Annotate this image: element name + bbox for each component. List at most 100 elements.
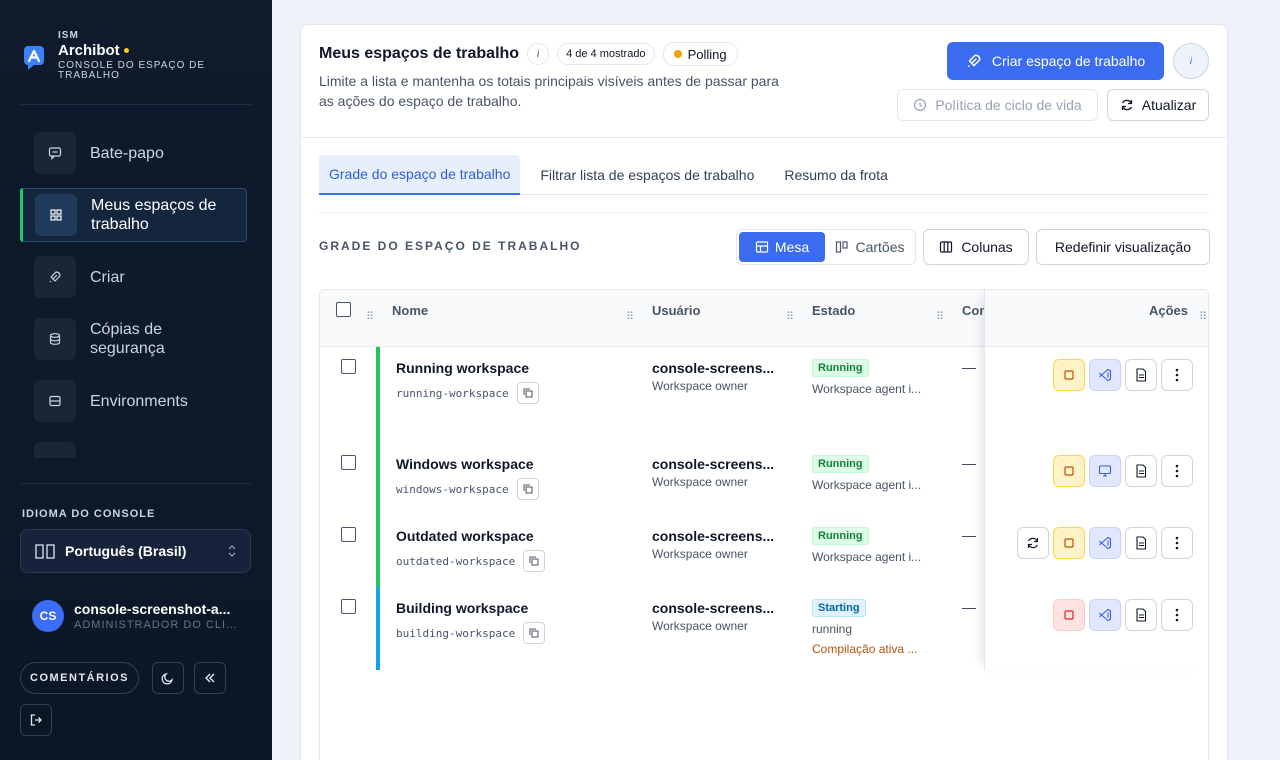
column-header-name[interactable]: Nome — [392, 303, 428, 318]
sidebar-item-label: Meus espaços de trabalho — [91, 197, 217, 233]
drag-handle-icon[interactable] — [626, 310, 634, 324]
stop-button[interactable] — [1053, 527, 1085, 559]
stop-icon — [1064, 466, 1074, 476]
columns-button[interactable]: Colunas — [923, 229, 1029, 265]
table-row[interactable]: Windows workspace windows-workspace cons… — [320, 443, 984, 515]
tab-filter[interactable]: Filtrar lista de espaços de trabalho — [530, 155, 764, 195]
open-vscode-button[interactable] — [1089, 599, 1121, 631]
kebab-icon — [1175, 368, 1179, 382]
kebab-icon — [1175, 536, 1179, 550]
polling-label: Polling — [687, 46, 727, 62]
copy-icon[interactable] — [523, 622, 546, 644]
view-table-button[interactable]: Mesa — [739, 232, 825, 262]
workspace-user: console-screens... — [652, 600, 775, 616]
con-value: — — [962, 455, 976, 471]
user-role: ADMINISTRADOR DO CLIE... — [74, 619, 242, 631]
column-header-state[interactable]: Estado — [812, 303, 855, 318]
logout-icon — [30, 714, 42, 726]
view-table-label: Mesa — [774, 239, 810, 255]
view-toggle: Mesa Cartões — [736, 229, 916, 265]
divider — [20, 104, 251, 105]
info-icon[interactable]: i — [527, 43, 550, 65]
actions-column: Ações — [984, 290, 1208, 670]
brand-subtitle: CONSOLE DO ESPAÇO DE TRABALHO — [58, 60, 206, 81]
column-header-user[interactable]: Usuário — [652, 303, 700, 318]
workspace-name[interactable]: Windows workspace — [396, 456, 534, 472]
more-actions-button[interactable] — [1161, 599, 1193, 631]
con-value: — — [962, 527, 976, 543]
sidebar-item-workspaces[interactable]: Meus espaços de trabalho — [20, 188, 247, 242]
collapse-sidebar-button[interactable] — [194, 662, 226, 694]
user-profile[interactable]: CS console-screenshot-a... ADMINISTRADOR… — [32, 600, 242, 632]
drag-handle-icon[interactable] — [936, 310, 944, 324]
workspace-slug: windows-workspace — [396, 482, 509, 496]
table-row[interactable]: Running workspace running-workspace cons… — [320, 347, 984, 443]
select-all-checkbox[interactable] — [336, 302, 351, 317]
logs-button[interactable] — [1125, 527, 1157, 559]
workspace-user: console-screens... — [652, 456, 775, 472]
copy-icon[interactable] — [516, 478, 539, 500]
drag-handle-icon[interactable] — [366, 310, 374, 324]
more-actions-button[interactable] — [1161, 359, 1193, 391]
create-workspace-button[interactable]: Criar espaço de trabalho — [947, 42, 1164, 80]
status-dot — [123, 48, 129, 53]
tab-summary[interactable]: Resumo da frota — [774, 155, 898, 195]
update-button[interactable] — [1017, 527, 1049, 559]
drag-handle-icon[interactable] — [786, 310, 794, 324]
sidebar-item-more[interactable] — [20, 436, 247, 458]
open-vscode-button[interactable] — [1089, 527, 1121, 559]
table-row[interactable]: Building workspace building-workspace co… — [320, 587, 984, 670]
view-cards-button[interactable]: Cartões — [827, 232, 913, 262]
build-status: Compilação ativa ... — [812, 642, 918, 656]
language-select[interactable]: Português (Brasil) — [20, 529, 251, 573]
document-icon — [1136, 536, 1147, 550]
column-header-actions[interactable]: Ações — [1149, 303, 1188, 318]
more-actions-button[interactable] — [1161, 527, 1193, 559]
refresh-button[interactable]: Atualizar — [1107, 89, 1209, 121]
sidebar-item-create[interactable]: Criar — [20, 250, 247, 304]
workspace-name[interactable]: Outdated workspace — [396, 528, 534, 544]
sidebar-item-chat[interactable]: Bate-papo — [20, 126, 247, 180]
logs-button[interactable] — [1125, 455, 1157, 487]
help-button[interactable]: i — [1173, 43, 1209, 79]
workspace-state: running — [812, 622, 853, 636]
stop-icon — [1064, 370, 1074, 380]
copy-icon[interactable] — [516, 382, 539, 404]
logs-button[interactable] — [1125, 359, 1157, 391]
page-title: Meus espaços de trabalho — [319, 45, 520, 62]
remote-desktop-button[interactable] — [1089, 455, 1121, 487]
brand[interactable]: ISM Archibot CONSOLE DO ESPAÇO DE TRABAL… — [20, 30, 208, 81]
feedback-button[interactable]: COMENTÁRIOS — [20, 662, 139, 694]
logout-button[interactable] — [20, 704, 52, 736]
open-vscode-button[interactable] — [1089, 359, 1121, 391]
con-value: — — [962, 599, 976, 615]
tab-grid[interactable]: Grade do espaço de trabalho — [319, 155, 521, 195]
sidebar-item-environments[interactable]: Environments — [20, 374, 247, 428]
workspace-state: Workspace agent i... — [812, 478, 922, 492]
sidebar-item-label: Cópias de segurança — [90, 321, 165, 357]
row-checkbox[interactable] — [341, 359, 356, 374]
cancel-build-button[interactable] — [1053, 599, 1085, 631]
more-actions-button[interactable] — [1161, 455, 1193, 487]
workspace-name[interactable]: Building workspace — [396, 600, 528, 616]
row-checkbox[interactable] — [341, 599, 356, 614]
sidebar-item-backups[interactable]: Cópias de segurança — [20, 312, 247, 366]
theme-toggle-button[interactable] — [152, 662, 184, 694]
reset-view-button[interactable]: Redefinir visualização — [1036, 229, 1210, 265]
logs-button[interactable] — [1125, 599, 1157, 631]
copy-icon[interactable] — [523, 550, 546, 572]
workspace-name[interactable]: Running workspace — [396, 360, 529, 376]
status-badge: Starting — [812, 599, 866, 617]
page-header: Meus espaços de trabalho i 4 de 4 mostra… — [301, 25, 1227, 138]
sidebar-item-label: Environments — [90, 392, 188, 410]
lifecycle-policy-button[interactable]: Política de ciclo de vida — [897, 89, 1098, 121]
status-badge: Running — [812, 527, 869, 545]
row-checkbox[interactable] — [341, 527, 356, 542]
stop-button[interactable] — [1053, 359, 1085, 391]
stop-button[interactable] — [1053, 455, 1085, 487]
monitor-icon — [1098, 465, 1112, 477]
table-row[interactable]: Outdated workspace outdated-workspace co… — [320, 515, 984, 587]
row-checkbox[interactable] — [341, 455, 356, 470]
drag-handle-icon[interactable] — [1199, 310, 1207, 324]
status-dot — [673, 50, 682, 58]
